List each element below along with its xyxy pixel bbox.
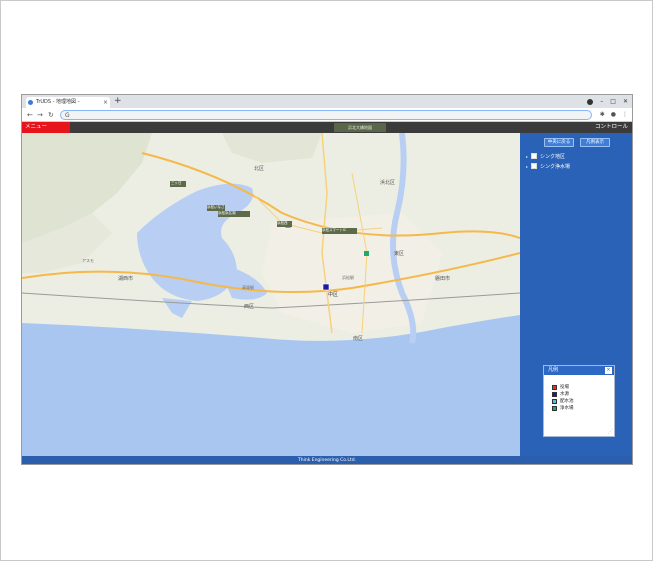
reservoir-swatch-icon	[552, 398, 557, 404]
purification-swatch-icon	[552, 405, 557, 411]
road-label: 三ヶ日	[171, 181, 182, 185]
legend-item-label: 役場	[560, 385, 569, 390]
district-label: 東区	[394, 251, 405, 257]
tab-strip: TrUDS - 地理地図 - × + – □ ✕	[22, 95, 632, 108]
menu-button[interactable]: メニュー	[22, 122, 70, 133]
district-label: 磐田市	[435, 276, 451, 282]
office-swatch-icon	[552, 384, 557, 390]
map-header-label: 浜北大橋地図	[334, 123, 386, 132]
browser-tab[interactable]: TrUDS - 地理地図 - ×	[26, 97, 110, 108]
new-tab-button[interactable]: +	[114, 96, 122, 107]
road-label: 浜松浜名湖	[218, 211, 236, 215]
maximize-button[interactable]: □	[610, 96, 616, 107]
resize-grip-icon[interactable]: ⋰	[608, 429, 613, 435]
legend-item-label: 水源	[560, 392, 569, 397]
legend-item-label: 浄水場	[560, 406, 574, 411]
place-label: 高塚駅	[242, 285, 254, 290]
page-frame: TrUDS - 地理地図 - × + – □ ✕ ← → ↻ G ✱ ● ⋮ メ…	[0, 0, 653, 561]
account-icon[interactable]: ●	[611, 110, 616, 120]
back-arrow-icon[interactable]: ←	[27, 110, 33, 120]
map-svg	[22, 133, 520, 456]
layer-label: シンク地区	[540, 153, 566, 160]
reload-icon[interactable]: ↻	[48, 110, 54, 120]
district-label: 中区	[328, 292, 339, 298]
road-label: 浜松いなさ	[207, 205, 225, 209]
center-button[interactable]: 中央に戻る	[544, 138, 574, 147]
water-source-marker	[322, 283, 330, 291]
tab-close-icon[interactable]: ×	[103, 97, 108, 108]
district-label: 南区	[353, 336, 364, 342]
tab-favicon-icon	[28, 100, 33, 105]
legend-item: 配水池	[552, 398, 574, 404]
browser-window: TrUDS - 地理地図 - × + – □ ✕ ← → ↻ G ✱ ● ⋮ メ…	[21, 94, 633, 465]
legend-item-label: 配水池	[560, 399, 574, 404]
address-bar[interactable]: G	[60, 110, 592, 120]
window-controls: – □ ✕	[587, 96, 628, 107]
legend-title: 凡例	[548, 367, 559, 373]
app-header-bar: メニュー 浜北大橋地図 コントロール	[22, 122, 632, 133]
legend-close-icon[interactable]: ×	[605, 367, 612, 374]
water-source-swatch-icon	[552, 391, 557, 397]
purification-marker	[364, 251, 369, 256]
minimize-button[interactable]: –	[600, 96, 603, 107]
road-label: 浜松スマートIC	[322, 228, 347, 232]
legend-box[interactable]: 凡例 × 役場 水源 配水池 浄水場 ⋰	[543, 365, 615, 437]
profile-icon[interactable]	[587, 98, 594, 105]
forward-arrow-icon[interactable]: →	[37, 110, 43, 120]
district-label: 湖西市	[118, 276, 134, 282]
expand-arrow-icon[interactable]: ▸	[526, 164, 528, 169]
extensions-icon[interactable]: ✱	[600, 110, 605, 120]
legend-header: 凡例 ×	[544, 366, 614, 375]
district-label: 浜北区	[380, 180, 396, 186]
legend-toggle-button[interactable]: 凡例表示	[580, 138, 610, 147]
district-label: 北区	[254, 166, 265, 172]
close-window-button[interactable]: ✕	[623, 96, 628, 107]
browser-toolbar: ← → ↻ G ✱ ● ⋮	[22, 108, 632, 122]
toolbar-actions: ✱ ● ⋮	[600, 110, 628, 120]
layer-checkbox[interactable]	[531, 163, 538, 169]
more-menu-icon[interactable]: ⋮	[622, 110, 628, 120]
expand-arrow-icon[interactable]: ▸	[526, 154, 528, 159]
layer-row-district[interactable]: ▸ シンク地区	[526, 152, 565, 160]
place-label: アスモ	[82, 258, 94, 263]
layer-checkbox[interactable]	[531, 153, 538, 159]
layer-row-purification[interactable]: ▸ シンク浄水場	[526, 162, 570, 170]
district-label: 西区	[244, 304, 255, 310]
map-canvas[interactable]: 北区 浜北区 東区 西区 南区 中区 湖西市 磐田市 三ヶ日 浜松浜名湖 浜松ス…	[22, 133, 520, 456]
control-label[interactable]: コントロール	[595, 122, 628, 133]
legend-item: 役場	[552, 384, 569, 390]
search-icon: G	[65, 112, 70, 119]
legend-item: 浄水場	[552, 405, 574, 411]
layer-label: シンク浄水場	[540, 163, 571, 170]
legend-item: 水源	[552, 391, 569, 397]
place-label: 浜松駅	[342, 275, 354, 280]
tab-title: TrUDS - 地理地図 -	[36, 99, 80, 105]
footer-bar: Think Engineering Co.Ltd.	[22, 456, 632, 464]
road-label: 浜松西	[277, 221, 288, 225]
